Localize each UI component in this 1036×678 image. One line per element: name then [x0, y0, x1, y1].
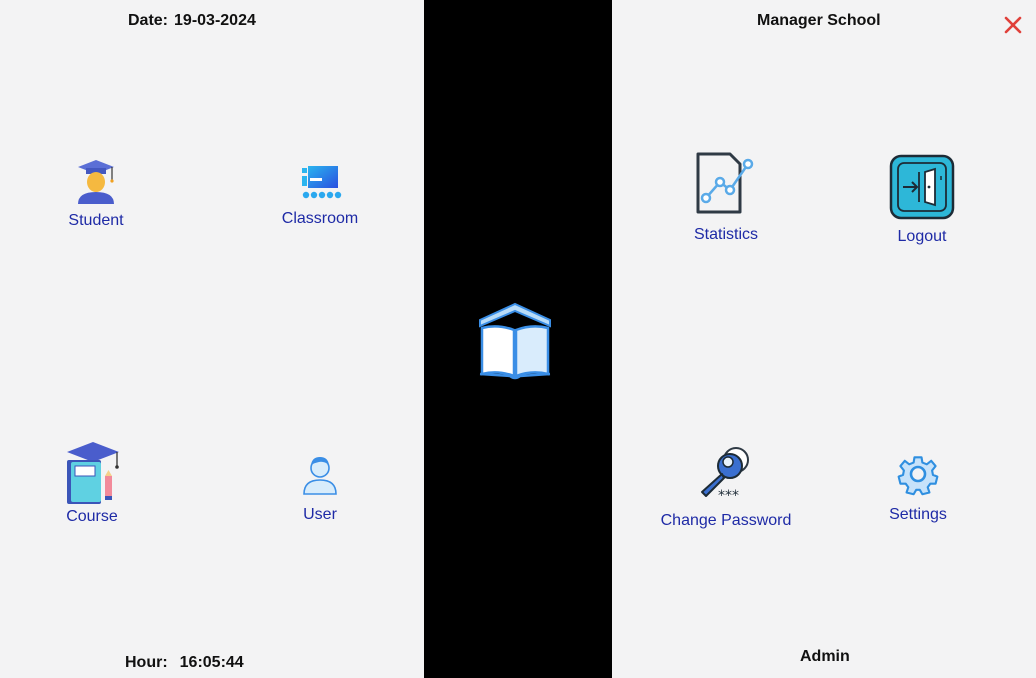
right-panel: Manager School Statistics Logout *** Cha…	[612, 0, 1036, 678]
date-label: Date:	[128, 12, 169, 29]
statistics-label: Statistics	[693, 226, 758, 243]
hour-value: 16:05:44	[179, 654, 244, 671]
change-password-label: Change Password	[660, 512, 792, 529]
gear-icon	[897, 456, 939, 496]
settings-label: Settings	[889, 506, 947, 523]
change-password-button[interactable]: *** Change Password	[658, 446, 794, 530]
course-books-icon	[67, 442, 119, 504]
logout-door-icon	[889, 154, 955, 220]
key-password-icon: ***	[701, 447, 749, 502]
close-x-icon[interactable]	[1000, 12, 1026, 38]
course-button[interactable]: Course	[50, 440, 134, 526]
logout-button[interactable]: Logout	[882, 154, 962, 246]
date-display: Date: 19-03-2024	[128, 12, 256, 30]
settings-button[interactable]: Settings	[878, 452, 958, 524]
open-book-logo-icon	[479, 302, 551, 380]
statistics-chart-icon	[696, 152, 754, 214]
statistics-button[interactable]: Statistics	[682, 150, 770, 244]
user-label: User	[303, 506, 337, 523]
classroom-button[interactable]: Classroom	[270, 160, 370, 228]
classroom-label: Classroom	[281, 210, 359, 227]
app-title: Manager School	[757, 12, 881, 29]
svg-text:***: ***	[718, 488, 739, 502]
user-button[interactable]: User	[290, 452, 350, 524]
hour-label: Hour:	[125, 654, 168, 671]
current-user-name: Admin	[800, 648, 850, 665]
logout-label: Logout	[897, 228, 947, 245]
user-icon	[303, 457, 337, 495]
classroom-icon	[302, 166, 342, 199]
left-panel: Date: 19-03-2024 Student Classroom Cours…	[0, 0, 424, 678]
student-button[interactable]: Student	[50, 158, 142, 230]
date-value: 19-03-2024	[174, 12, 256, 29]
student-label: Student	[68, 212, 124, 229]
course-label: Course	[66, 508, 118, 525]
student-graduate-icon	[78, 160, 114, 204]
hour-display: Hour: 16:05:44	[125, 654, 244, 672]
